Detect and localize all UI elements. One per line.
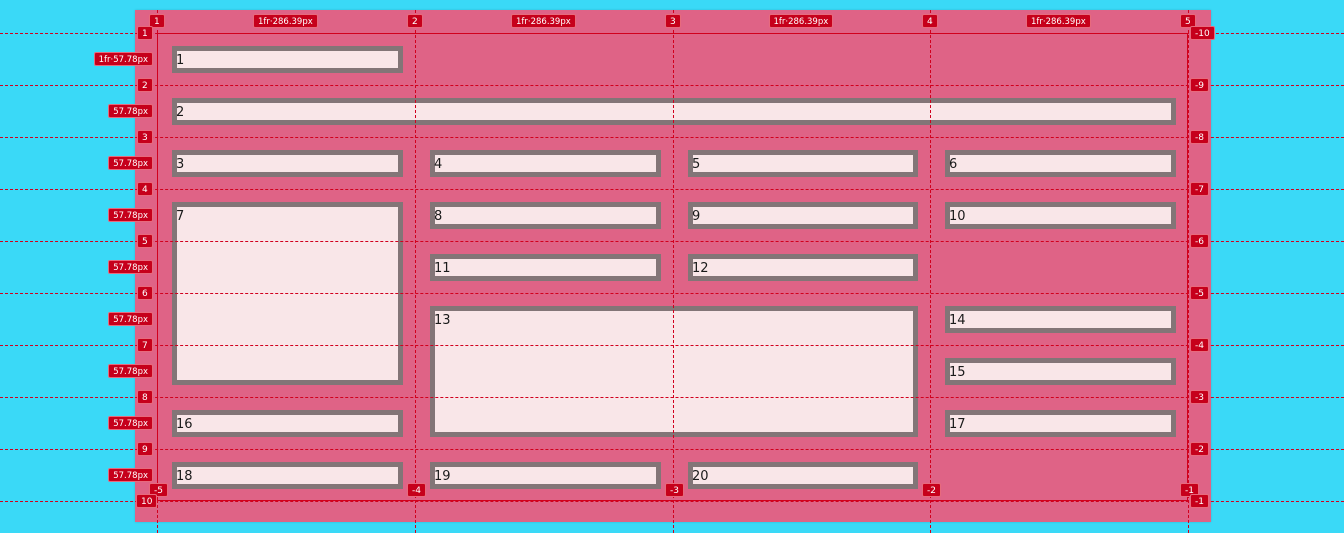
row-line-number-right: -1 [1190,494,1209,508]
page-canvas: 1 2 3 4 5 6 7 8 9 10 11 12 13 14 15 16 17 18 19 20 1 2 3 4 5 1fr… [0,0,1344,533]
row-size-badge: 57.78px [108,208,153,222]
column-size-badge: 1fr·286.39px [1026,14,1091,28]
row-size-badge: 57.78px [108,104,153,118]
row-line-number-right: -6 [1190,234,1209,248]
grid-item-10[interactable]: 10 [945,202,1176,229]
column-size-badge: 1fr·286.39px [768,14,834,28]
row-line-number-right: -4 [1190,338,1209,352]
row-size-badge: 57.78px [108,156,153,170]
column-size-badge: 1fr·286.39px [253,14,318,28]
grid-item-18[interactable]: 18 [172,462,403,489]
column-line-number-top: 2 [407,14,423,28]
row-line-number-left: 2 [137,78,153,92]
row-line-number-left: 9 [137,442,153,456]
row-line-number-left: 1 [137,26,153,40]
row-line-number-right: -7 [1190,182,1209,196]
grid-item-16[interactable]: 16 [172,410,403,437]
row-line-number-right: -3 [1190,390,1209,404]
row-size-badge: 57.78px [108,416,153,430]
column-line-number-top: 4 [922,14,938,28]
grid-item-11[interactable]: 11 [430,254,661,281]
grid-item-20[interactable]: 20 [688,462,918,489]
row-line-number-left: 3 [137,130,153,144]
column-line-number-top: 3 [665,14,681,28]
column-line-number-bottom: -4 [407,483,426,497]
grid-item-12[interactable]: 12 [688,254,918,281]
row-line-number-left: 6 [137,286,153,300]
row-line-number-right: -8 [1190,130,1209,144]
grid-item-15[interactable]: 15 [945,358,1176,385]
grid-item-9[interactable]: 9 [688,202,918,229]
row-line-number-right: -10 [1190,26,1215,40]
row-line-number-right: -2 [1190,442,1209,456]
row-size-badge: 1fr·57.78px [93,52,153,66]
grid-item-17[interactable]: 17 [945,410,1176,437]
row-line-number-left: 5 [137,234,153,248]
row-line-number-left: 4 [137,182,153,196]
row-line-number-left: 10 [136,494,158,508]
grid-item-6[interactable]: 6 [945,150,1176,177]
grid-item-8[interactable]: 8 [430,202,661,229]
grid-item-13[interactable]: 13 [430,306,918,437]
grid-item-19[interactable]: 19 [430,462,661,489]
column-size-badge: 1fr·286.39px [511,14,576,28]
row-size-badge: 57.78px [108,364,153,378]
row-size-badge: 57.78px [108,468,153,482]
column-line-number-bottom: -3 [665,483,684,497]
grid-item-1[interactable]: 1 [172,46,403,73]
row-line-number-right: -5 [1190,286,1209,300]
row-size-badge: 57.78px [108,312,153,326]
row-line-number-right: -9 [1190,78,1209,92]
row-line-number-left: 7 [137,338,153,352]
grid-item-4[interactable]: 4 [430,150,661,177]
grid-item-5[interactable]: 5 [688,150,918,177]
column-line-number-bottom: -2 [922,483,941,497]
grid-item-14[interactable]: 14 [945,306,1176,333]
grid-item-7[interactable]: 7 [172,202,403,385]
grid-item-3[interactable]: 3 [172,150,403,177]
grid-item-2[interactable]: 2 [172,98,1176,125]
row-line-number-left: 8 [137,390,153,404]
row-size-badge: 57.78px [108,260,153,274]
